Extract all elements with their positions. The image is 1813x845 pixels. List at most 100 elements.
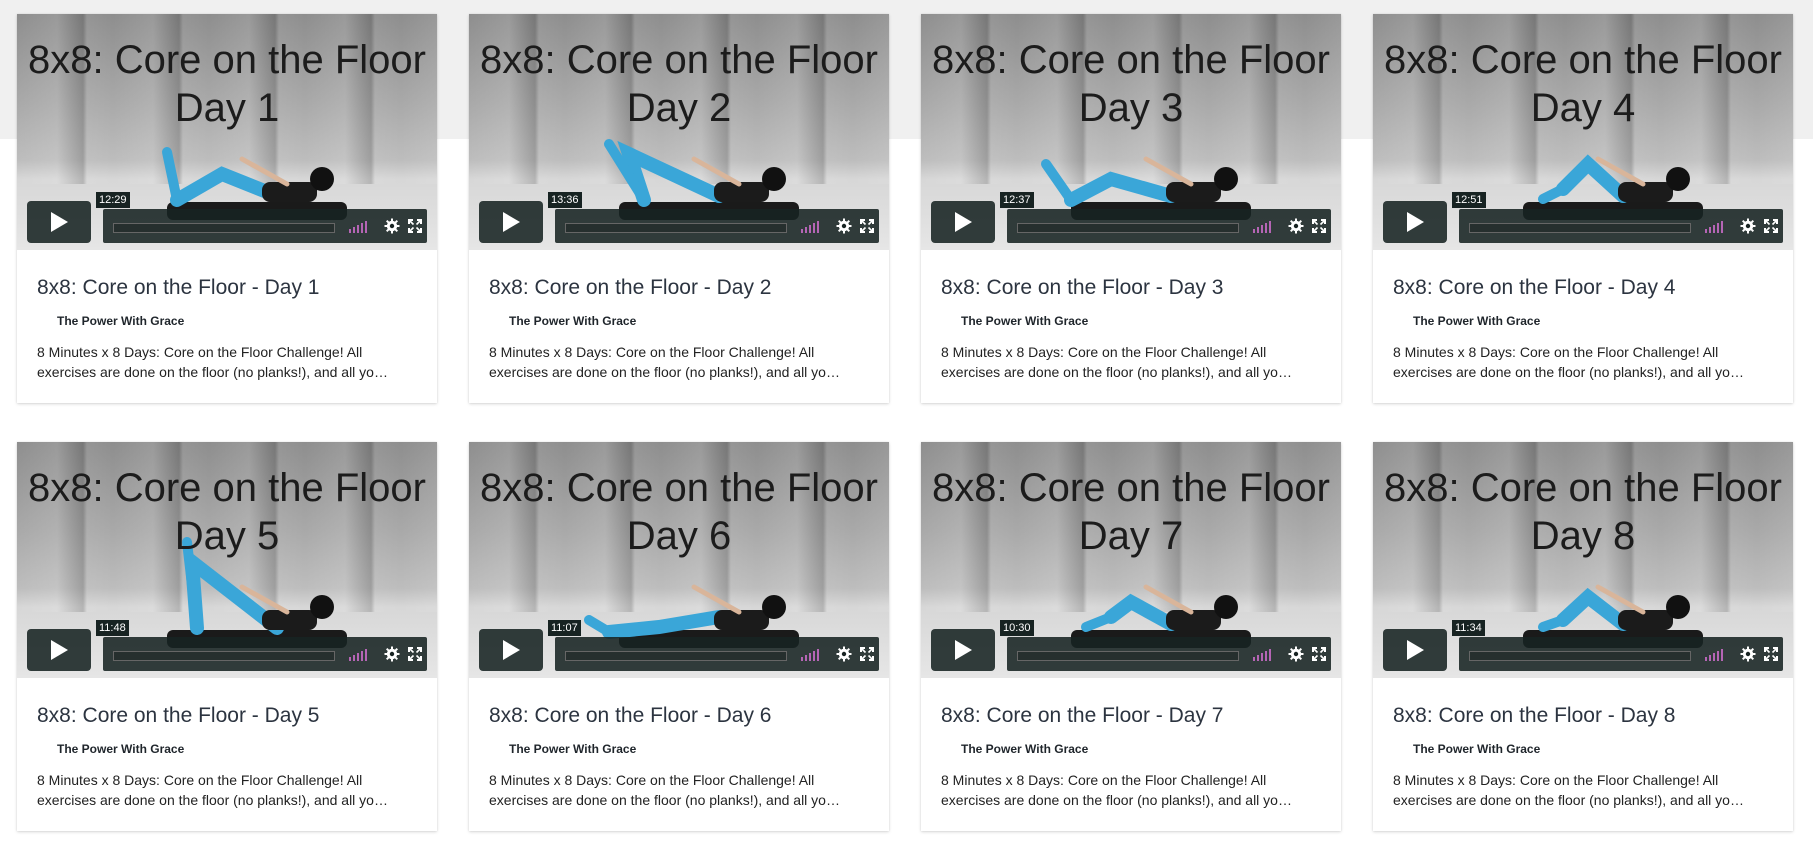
play-button[interactable] — [931, 629, 995, 671]
channel-name: The Power With Grace — [57, 314, 185, 328]
play-button[interactable] — [479, 629, 543, 671]
video-player[interactable]: 8x8: Core on the Floor Day 4 12:51 — [1373, 14, 1793, 250]
play-icon — [503, 640, 520, 660]
volume-icon[interactable] — [1705, 648, 1729, 661]
channel-row[interactable]: The Power With Grace — [37, 741, 184, 757]
video-title[interactable]: 8x8: Core on the Floor - Day 3 — [941, 276, 1223, 300]
crescent-moon-icon — [40, 316, 45, 326]
video-card[interactable]: 8x8: Core on the Floor Day 3 12:37 8x8: … — [921, 14, 1341, 403]
video-title[interactable]: 8x8: Core on the Floor - Day 6 — [489, 704, 771, 728]
thumbnail-title: 8x8: Core on the Floor Day 3 — [932, 38, 1330, 130]
channel-row[interactable]: The Power With Grace — [489, 741, 636, 757]
player-controls: 12:29 — [27, 192, 427, 243]
fullscreen-icon[interactable] — [1764, 647, 1778, 661]
channel-row[interactable]: The Power With Grace — [941, 313, 1088, 329]
video-description: 8 Minutes x 8 Days: Core on the Floor Ch… — [37, 772, 388, 808]
channel-name: The Power With Grace — [1413, 314, 1541, 328]
fullscreen-icon[interactable] — [860, 219, 874, 233]
gear-icon[interactable] — [836, 646, 852, 662]
player-controls: 10:30 — [931, 620, 1331, 671]
progress-bar[interactable] — [113, 651, 335, 661]
video-title[interactable]: 8x8: Core on the Floor - Day 1 — [37, 276, 319, 300]
thumbnail-title: 8x8: Core on the Floor Day 2 — [480, 38, 878, 130]
duration-label: 11:07 — [548, 620, 581, 636]
volume-icon[interactable] — [349, 648, 373, 661]
progress-bar[interactable] — [565, 223, 787, 233]
volume-icon[interactable] — [1253, 220, 1277, 233]
channel-row[interactable]: The Power With Grace — [1393, 741, 1540, 757]
channel-row[interactable]: The Power With Grace — [1393, 313, 1540, 329]
video-player[interactable]: 8x8: Core on the Floor Day 2 13:36 — [469, 14, 889, 250]
video-title[interactable]: 8x8: Core on the Floor - Day 8 — [1393, 704, 1675, 728]
progress-bar[interactable] — [113, 223, 335, 233]
play-icon — [1407, 640, 1424, 660]
channel-row[interactable]: The Power With Grace — [941, 741, 1088, 757]
duration-label: 11:48 — [96, 620, 129, 636]
player-controls: 13:36 — [479, 192, 879, 243]
gear-icon[interactable] — [384, 218, 400, 234]
thumbnail-title: 8x8: Core on the Floor Day 5 — [28, 466, 426, 558]
channel-row[interactable]: The Power With Grace — [489, 313, 636, 329]
gear-icon[interactable] — [1740, 218, 1756, 234]
fullscreen-icon[interactable] — [408, 647, 422, 661]
fullscreen-icon[interactable] — [1312, 647, 1326, 661]
play-button[interactable] — [1383, 629, 1447, 671]
gear-icon[interactable] — [1288, 218, 1304, 234]
fullscreen-icon[interactable] — [1312, 219, 1326, 233]
player-controls: 11:48 — [27, 620, 427, 671]
volume-icon[interactable] — [801, 220, 825, 233]
duration-label: 12:29 — [96, 192, 130, 208]
fullscreen-icon[interactable] — [860, 647, 874, 661]
video-title[interactable]: 8x8: Core on the Floor - Day 7 — [941, 704, 1223, 728]
video-card[interactable]: 8x8: Core on the Floor Day 6 11:07 8x8: … — [469, 442, 889, 831]
gear-icon[interactable] — [1288, 646, 1304, 662]
progress-bar[interactable] — [1017, 223, 1239, 233]
progress-bar[interactable] — [1017, 651, 1239, 661]
volume-icon[interactable] — [349, 220, 373, 233]
video-player[interactable]: 8x8: Core on the Floor Day 5 11:48 — [17, 442, 437, 678]
channel-name: The Power With Grace — [961, 314, 1089, 328]
video-title[interactable]: 8x8: Core on the Floor - Day 4 — [1393, 276, 1675, 300]
progress-bar[interactable] — [1469, 651, 1691, 661]
play-button[interactable] — [27, 201, 91, 243]
video-description: 8 Minutes x 8 Days: Core on the Floor Ch… — [941, 772, 1292, 808]
volume-icon[interactable] — [801, 648, 825, 661]
control-bar — [555, 209, 879, 243]
play-button[interactable] — [479, 201, 543, 243]
play-button[interactable] — [27, 629, 91, 671]
fullscreen-icon[interactable] — [408, 219, 422, 233]
video-card[interactable]: 8x8: Core on the Floor Day 8 11:34 8x8: … — [1373, 442, 1793, 831]
crescent-moon-icon — [492, 744, 497, 754]
video-description: 8 Minutes x 8 Days: Core on the Floor Ch… — [37, 344, 388, 380]
control-bar — [103, 209, 427, 243]
video-title[interactable]: 8x8: Core on the Floor - Day 2 — [489, 276, 771, 300]
gear-icon[interactable] — [1740, 646, 1756, 662]
thumbnail-title: 8x8: Core on the Floor Day 4 — [1384, 38, 1782, 130]
video-title[interactable]: 8x8: Core on the Floor - Day 5 — [37, 704, 319, 728]
play-button[interactable] — [931, 201, 995, 243]
video-player[interactable]: 8x8: Core on the Floor Day 6 11:07 — [469, 442, 889, 678]
channel-row[interactable]: The Power With Grace — [37, 313, 184, 329]
play-icon — [503, 212, 520, 232]
video-player[interactable]: 8x8: Core on the Floor Day 7 10:30 — [921, 442, 1341, 678]
fullscreen-icon[interactable] — [1764, 219, 1778, 233]
progress-bar[interactable] — [565, 651, 787, 661]
channel-name: The Power With Grace — [1413, 742, 1541, 756]
video-player[interactable]: 8x8: Core on the Floor Day 8 11:34 — [1373, 442, 1793, 678]
video-player[interactable]: 8x8: Core on the Floor Day 1 12:29 — [17, 14, 437, 250]
play-icon — [51, 640, 68, 660]
progress-bar[interactable] — [1469, 223, 1691, 233]
video-card[interactable]: 8x8: Core on the Floor Day 5 11:48 8x8: … — [17, 442, 437, 831]
gear-icon[interactable] — [384, 646, 400, 662]
video-card[interactable]: 8x8: Core on the Floor Day 2 13:36 8x8: … — [469, 14, 889, 403]
play-icon — [1407, 212, 1424, 232]
gear-icon[interactable] — [836, 218, 852, 234]
video-player[interactable]: 8x8: Core on the Floor Day 3 12:37 — [921, 14, 1341, 250]
video-card[interactable]: 8x8: Core on the Floor Day 4 12:51 8x8: … — [1373, 14, 1793, 403]
volume-icon[interactable] — [1705, 220, 1729, 233]
duration-label: 12:51 — [1452, 192, 1486, 208]
volume-icon[interactable] — [1253, 648, 1277, 661]
video-card[interactable]: 8x8: Core on the Floor Day 1 12:29 8x8: … — [17, 14, 437, 403]
play-button[interactable] — [1383, 201, 1447, 243]
video-card[interactable]: 8x8: Core on the Floor Day 7 10:30 8x8: … — [921, 442, 1341, 831]
